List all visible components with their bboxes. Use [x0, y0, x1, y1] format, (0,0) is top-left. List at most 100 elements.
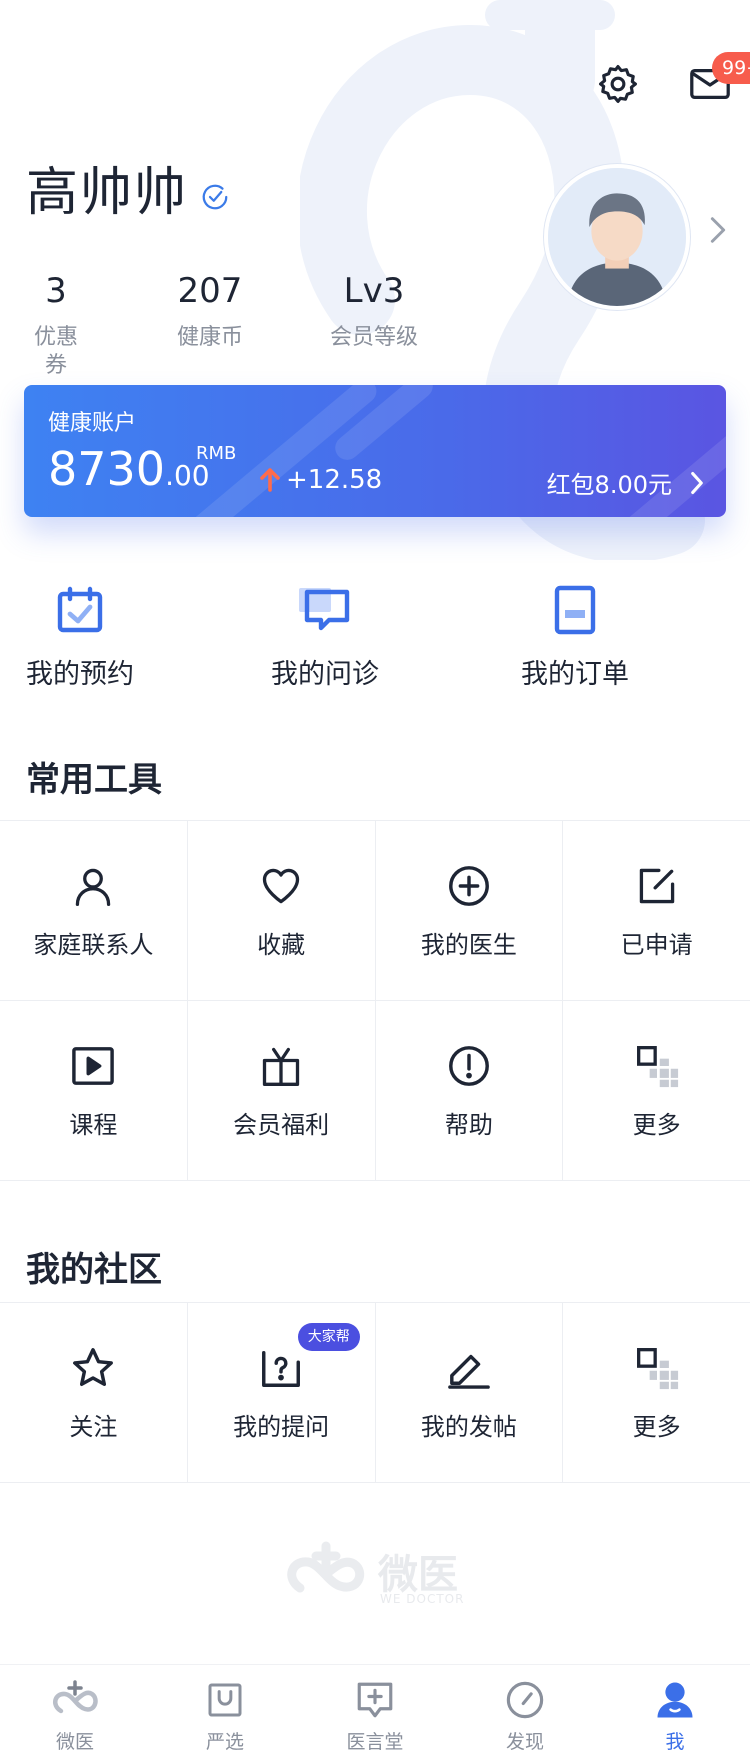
gear-icon — [599, 65, 637, 103]
profile-stats: 3 优惠券 207 健康币 Lv3 会员等级 — [0, 270, 460, 378]
footer-brand-en: WE DOCTOR — [380, 1592, 465, 1606]
tool-label: 已申请 — [620, 931, 693, 959]
profile-page: 99+ 高帅帅 3 优惠券 207 健康币 Lv3 会员等级 — [0, 0, 750, 1764]
wedoctor-watermark-icon — [287, 1541, 365, 1593]
plus-circle-icon — [448, 866, 489, 906]
tab-wedoctor[interactable]: 微医 — [0, 1665, 150, 1764]
alert-circle-icon — [448, 1046, 489, 1086]
question-icon — [262, 1350, 301, 1387]
tool-family-contacts[interactable]: 家庭联系人 — [0, 821, 188, 1000]
stat-value: 3 — [45, 271, 67, 311]
tool-label: 更多 — [632, 1111, 681, 1139]
stat-label: 健康币 — [176, 325, 243, 350]
stat-value: 207 — [177, 271, 243, 311]
quick-entries: 我的预约 我的问诊 我的订单 — [0, 580, 750, 700]
footer-brand-logo: 微医 WE DOCTOR — [280, 1538, 480, 1608]
gift-icon — [262, 1047, 300, 1086]
avatar[interactable] — [544, 164, 690, 310]
verified-icon — [202, 184, 228, 210]
pen-icon — [448, 1354, 490, 1389]
red-packet-link[interactable]: 红包8.00元 — [547, 465, 704, 500]
avatar-image — [548, 168, 686, 306]
community-label: 更多 — [632, 1413, 681, 1441]
tool-courses[interactable]: 课程 — [0, 1001, 188, 1180]
tool-label: 课程 — [69, 1111, 118, 1139]
stat-health-coins[interactable]: 207 健康币 — [170, 270, 250, 352]
bottom-tab-bar: 微医 严选 医言堂 发现 我 — [0, 1664, 750, 1764]
settings-button[interactable] — [592, 58, 644, 110]
compass-icon — [506, 1681, 544, 1719]
stat-value: Lv3 — [343, 271, 405, 311]
tab-label: 发现 — [505, 1731, 544, 1753]
account-balance: 8730.00 — [48, 441, 210, 504]
quick-item-consultations[interactable]: 我的问诊 — [245, 580, 405, 691]
tools-grid: 家庭联系人 收藏 我的医生 已申请 课程 会员福利 帮助 更多 — [0, 820, 750, 1181]
order-doc-icon — [554, 585, 596, 635]
calendar-check-icon — [57, 586, 103, 633]
health-account-card[interactable]: 健康账户 8730.00 RMB +12.58 红包8.00元 — [24, 385, 726, 517]
stat-member-level[interactable]: Lv3 会员等级 — [322, 270, 426, 352]
account-change: +12.58 — [260, 465, 382, 495]
tab-yanxuan[interactable]: 严选 — [150, 1665, 300, 1764]
arrow-up-icon — [260, 468, 280, 492]
tab-label: 医言堂 — [346, 1731, 404, 1753]
tool-more[interactable]: 更多 — [563, 1001, 750, 1180]
grid-more-icon — [636, 1046, 678, 1088]
medical-chat-icon — [357, 1682, 393, 1718]
tool-label: 会员福利 — [233, 1111, 330, 1139]
edit-square-icon — [639, 868, 674, 904]
tool-label: 收藏 — [257, 931, 306, 959]
quick-item-appointments[interactable]: 我的预约 — [0, 580, 160, 691]
quick-item-orders[interactable]: 我的订单 — [495, 580, 655, 691]
tab-label: 微医 — [55, 1731, 94, 1753]
tools-section-title: 常用工具 — [26, 760, 162, 800]
tool-label: 我的医生 — [420, 931, 517, 959]
community-my-posts[interactable]: 我的发帖 — [376, 1303, 564, 1482]
account-balance-int: 8730 — [48, 442, 166, 496]
community-label: 关注 — [69, 1413, 118, 1441]
star-icon — [73, 1348, 114, 1387]
dajiabang-badge: 大家帮 — [297, 1323, 360, 1351]
tool-applied[interactable]: 已申请 — [563, 821, 750, 1000]
account-currency: RMB — [196, 443, 237, 464]
user-icon — [657, 1682, 693, 1718]
community-section-title: 我的社区 — [26, 1250, 162, 1290]
tab-yiyantang[interactable]: 医言堂 — [300, 1665, 450, 1764]
stat-coupons[interactable]: 3 优惠券 — [24, 270, 88, 380]
play-icon — [72, 1047, 115, 1085]
tool-label: 家庭联系人 — [33, 931, 154, 959]
account-change-value: +12.58 — [286, 465, 383, 495]
tool-help[interactable]: 帮助 — [376, 1001, 564, 1180]
tool-label: 帮助 — [444, 1111, 493, 1139]
quick-item-label: 我的订单 — [521, 659, 629, 690]
stat-label: 会员等级 — [329, 325, 418, 350]
header-actions: 99+ — [592, 52, 750, 110]
quick-item-label: 我的问诊 — [271, 659, 379, 690]
community-grid: 关注 大家帮 我的提问 我的发帖 更多 — [0, 1302, 750, 1483]
chevron-right-icon — [691, 471, 703, 494]
tab-label: 严选 — [205, 1731, 244, 1753]
notification-badge: 99+ — [712, 52, 750, 84]
community-follow[interactable]: 关注 — [0, 1303, 188, 1482]
messages-button[interactable]: 99+ — [684, 52, 750, 110]
community-my-questions[interactable]: 大家帮 我的提问 — [188, 1303, 376, 1482]
tool-member-benefits[interactable]: 会员福利 — [188, 1001, 376, 1180]
tool-favorites[interactable]: 收藏 — [188, 821, 376, 1000]
tab-label: 我 — [665, 1731, 685, 1753]
account-title: 健康账户 — [48, 411, 137, 436]
stat-label: 优惠券 — [33, 325, 78, 378]
community-label: 我的发帖 — [420, 1413, 517, 1441]
user-name: 高帅帅 — [26, 163, 189, 223]
chat-bubble-icon — [299, 588, 350, 631]
community-label: 我的提问 — [233, 1413, 330, 1441]
person-icon — [76, 868, 111, 906]
grid-more-icon — [636, 1348, 678, 1390]
tool-my-doctor[interactable]: 我的医生 — [376, 821, 564, 1000]
community-more[interactable]: 更多 — [563, 1303, 750, 1482]
red-packet-label: 红包8.00元 — [546, 471, 672, 499]
quick-item-label: 我的预约 — [26, 659, 134, 690]
tab-discover[interactable]: 发现 — [450, 1665, 600, 1764]
heart-icon — [262, 868, 300, 904]
profile-chevron-right-icon[interactable] — [708, 215, 728, 245]
tab-me[interactable]: 我 — [600, 1665, 750, 1764]
